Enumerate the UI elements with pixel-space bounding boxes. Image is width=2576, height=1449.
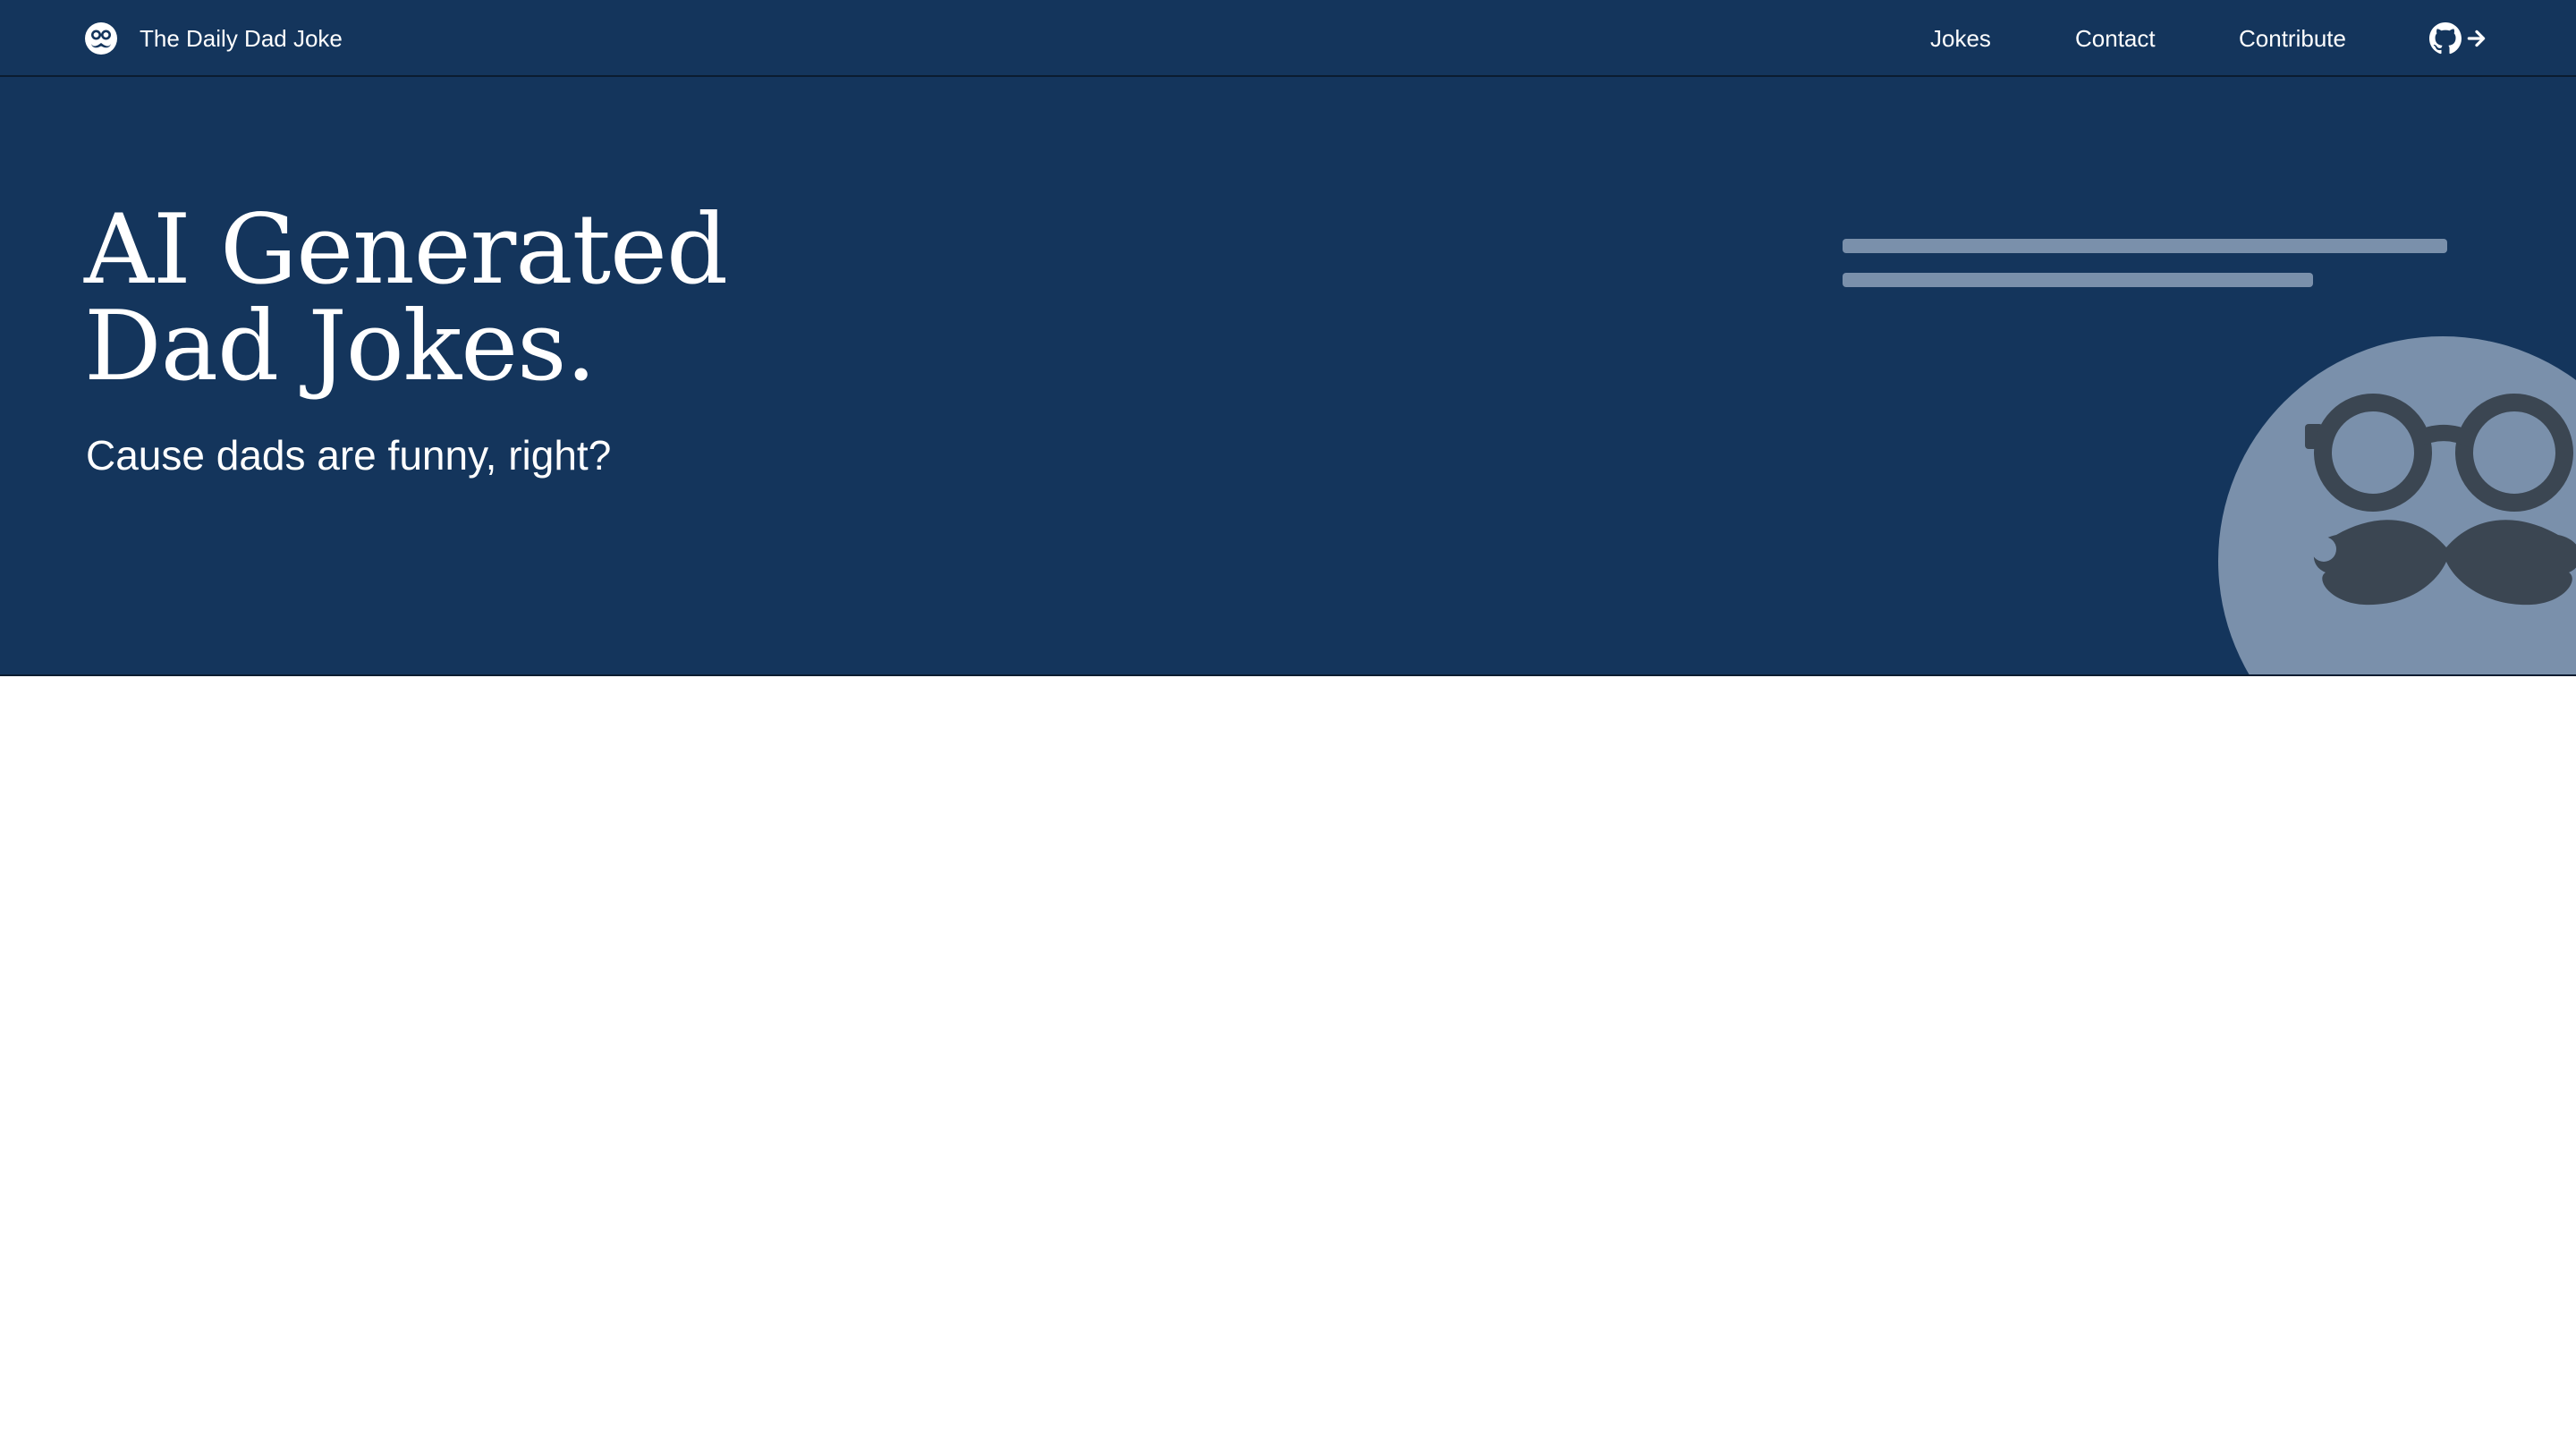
dad-face-glasses-mustache-icon (2218, 336, 2576, 674)
brand-home-link[interactable]: The Daily Dad Joke (84, 21, 343, 56)
nav-link-jokes[interactable]: Jokes (1930, 21, 1991, 56)
hero-section: AI Generated Dad Jokes. Cause dads are f… (0, 77, 2576, 676)
main-content (0, 676, 2576, 1449)
dad-face-icon (85, 22, 117, 55)
arrow-right-icon (2467, 30, 2486, 47)
nav-link-contact[interactable]: Contact (2075, 21, 2156, 56)
hero-title-line-2: Dad Jokes. (84, 291, 597, 402)
placeholder-line-1 (1843, 239, 2447, 253)
hero-title-line-1: AI Generated (84, 194, 728, 306)
github-link[interactable] (2429, 21, 2488, 55)
top-navbar: The Daily Dad Joke Jokes Contact Contrib… (0, 0, 2576, 77)
hero-title: AI Generated Dad Jokes. (84, 202, 889, 395)
hero-subtitle: Cause dads are funny, right? (86, 432, 612, 479)
placeholder-line-2 (1843, 273, 2313, 287)
nav-link-contribute[interactable]: Contribute (2239, 21, 2346, 56)
brand-name: The Daily Dad Joke (140, 25, 343, 52)
github-icon (2429, 22, 2462, 55)
